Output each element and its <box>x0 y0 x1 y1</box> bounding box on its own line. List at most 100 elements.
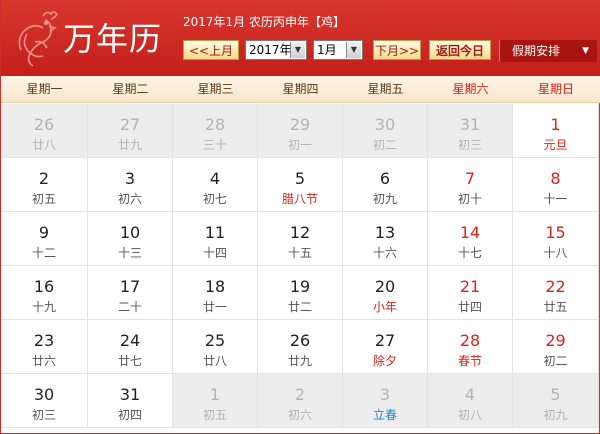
lunar-date-label: 廿六 <box>31 354 56 368</box>
holiday-schedule-dropdown[interactable]: 假期安排 ▼ <box>499 40 597 62</box>
day-cell[interactable]: 7 初十 <box>428 158 513 212</box>
day-number: 28 <box>204 115 226 134</box>
day-cell[interactable]: 11 十四 <box>173 212 258 266</box>
day-cell[interactable]: 31 初三 <box>428 104 513 158</box>
day-cell[interactable]: 14 十七 <box>428 212 513 266</box>
day-number: 27 <box>119 115 141 134</box>
day-cell[interactable]: 18 廿一 <box>173 266 258 320</box>
lunar-date-label: 初四 <box>117 408 142 422</box>
day-number: 14 <box>459 223 481 242</box>
day-cell[interactable]: 21 廿四 <box>428 266 513 320</box>
day-cell[interactable]: 1 元旦 <box>513 104 599 158</box>
day-number: 18 <box>204 277 226 296</box>
day-cell[interactable]: 9 十二 <box>1 212 88 266</box>
day-cell[interactable]: 31 初四 <box>88 374 173 428</box>
day-cell[interactable]: 6 初九 <box>343 158 428 212</box>
day-cell[interactable]: 13 十六 <box>343 212 428 266</box>
day-cell[interactable]: 20 小年 <box>343 266 428 320</box>
weekday-label: 星期二 <box>112 82 149 96</box>
day-cell[interactable]: 26 廿八 <box>1 104 88 158</box>
lunar-date-label: 初九 <box>543 408 568 422</box>
day-number: 24 <box>119 331 141 350</box>
month-select[interactable]: 1月 ▼ <box>313 40 363 60</box>
day-cell[interactable]: 28 春节 <box>428 320 513 374</box>
day-number: 31 <box>459 115 481 134</box>
calendar-header: 万年历 2017年1月 农历丙申年【鸡】 <<上月 2017年 ▼ 1月 ▼ 下… <box>1 0 600 76</box>
lunar-date-label: 初二 <box>372 138 397 152</box>
holiday-schedule-label: 假期安排 <box>512 44 561 58</box>
day-cell[interactable]: 19 廿二 <box>258 266 343 320</box>
day-cell[interactable]: 27 廿九 <box>88 104 173 158</box>
day-number: 6 <box>379 169 391 188</box>
day-cell[interactable]: 3 立春 <box>343 374 428 428</box>
day-cell[interactable]: 29 初一 <box>258 104 343 158</box>
day-cell[interactable]: 12 十五 <box>258 212 343 266</box>
day-cell[interactable]: 24 廿七 <box>88 320 173 374</box>
day-number: 2 <box>294 385 306 404</box>
day-number: 4 <box>464 385 476 404</box>
lunar-date-label: 初十 <box>457 192 482 206</box>
chevron-down-icon[interactable]: ▼ <box>346 42 361 58</box>
day-number: 16 <box>33 277 55 296</box>
day-cell[interactable]: 23 廿六 <box>1 320 88 374</box>
day-cell[interactable]: 4 初七 <box>173 158 258 212</box>
day-number: 17 <box>119 277 141 296</box>
day-cell[interactable]: 8 十一 <box>513 158 599 212</box>
day-cell[interactable]: 5 腊八节 <box>258 158 343 212</box>
month-select-value: 1月 <box>317 43 337 57</box>
lunar-date-label: 初六 <box>287 408 312 422</box>
day-cell[interactable]: 17 二十 <box>88 266 173 320</box>
day-cell[interactable]: 10 十三 <box>88 212 173 266</box>
day-number: 31 <box>119 385 141 404</box>
day-cell[interactable]: 29 初二 <box>513 320 599 374</box>
day-cell[interactable]: 2 初五 <box>1 158 88 212</box>
day-number: 9 <box>38 223 50 242</box>
day-cell[interactable]: 30 初二 <box>343 104 428 158</box>
day-cell[interactable]: 25 廿八 <box>173 320 258 374</box>
day-cell[interactable]: 26 廿九 <box>258 320 343 374</box>
day-number: 15 <box>545 223 566 242</box>
lunar-date-label: 初九 <box>372 192 397 206</box>
day-cell[interactable]: 22 廿五 <box>513 266 599 320</box>
day-cell[interactable]: 5 初九 <box>513 374 599 428</box>
lunar-date-label: 春节 <box>457 354 482 368</box>
prev-month-button[interactable]: <<上月 <box>183 40 239 60</box>
weekday-label: 星期一 <box>26 82 63 96</box>
day-number: 1 <box>550 115 561 134</box>
day-cell[interactable]: 27 除夕 <box>343 320 428 374</box>
year-select-value: 2017年 <box>249 43 292 57</box>
day-cell[interactable]: 15 十八 <box>513 212 599 266</box>
day-number: 29 <box>289 115 311 134</box>
lunar-date-label: 十三 <box>117 246 142 260</box>
day-number: 1 <box>209 385 221 404</box>
lunar-date-label: 初一 <box>287 138 312 152</box>
day-cell[interactable]: 2 初六 <box>258 374 343 428</box>
day-cell[interactable]: 30 初三 <box>1 374 88 428</box>
day-number: 2 <box>38 169 50 188</box>
year-select[interactable]: 2017年 ▼ <box>245 40 307 60</box>
lunar-date-label: 十二 <box>31 246 56 260</box>
lunar-date-label: 廿八 <box>31 138 56 152</box>
day-cell[interactable]: 4 初八 <box>428 374 513 428</box>
day-cell[interactable]: 28 三十 <box>173 104 258 158</box>
day-cell[interactable]: 16 十九 <box>1 266 88 320</box>
day-number: 26 <box>289 331 311 350</box>
day-cell[interactable]: 3 初六 <box>88 158 173 212</box>
day-number: 28 <box>459 331 481 350</box>
lunar-date-label: 初八 <box>457 408 482 422</box>
day-number: 4 <box>209 169 221 188</box>
day-number: 22 <box>545 277 566 296</box>
day-cell[interactable]: 1 初五 <box>173 374 258 428</box>
day-number: 7 <box>464 169 476 188</box>
chevron-down-icon[interactable]: ▼ <box>290 42 305 58</box>
day-number: 30 <box>33 385 55 404</box>
day-number: 3 <box>124 169 136 188</box>
today-button[interactable]: 返回今日 <box>429 40 491 60</box>
day-number: 5 <box>550 385 561 404</box>
next-month-button[interactable]: 下月>> <box>373 40 421 60</box>
day-number: 23 <box>33 331 55 350</box>
day-number: 10 <box>119 223 141 242</box>
lunar-date-label: 元旦 <box>543 138 568 152</box>
lunar-date-label: 初三 <box>31 408 56 422</box>
lunar-date-label: 十五 <box>287 246 312 260</box>
